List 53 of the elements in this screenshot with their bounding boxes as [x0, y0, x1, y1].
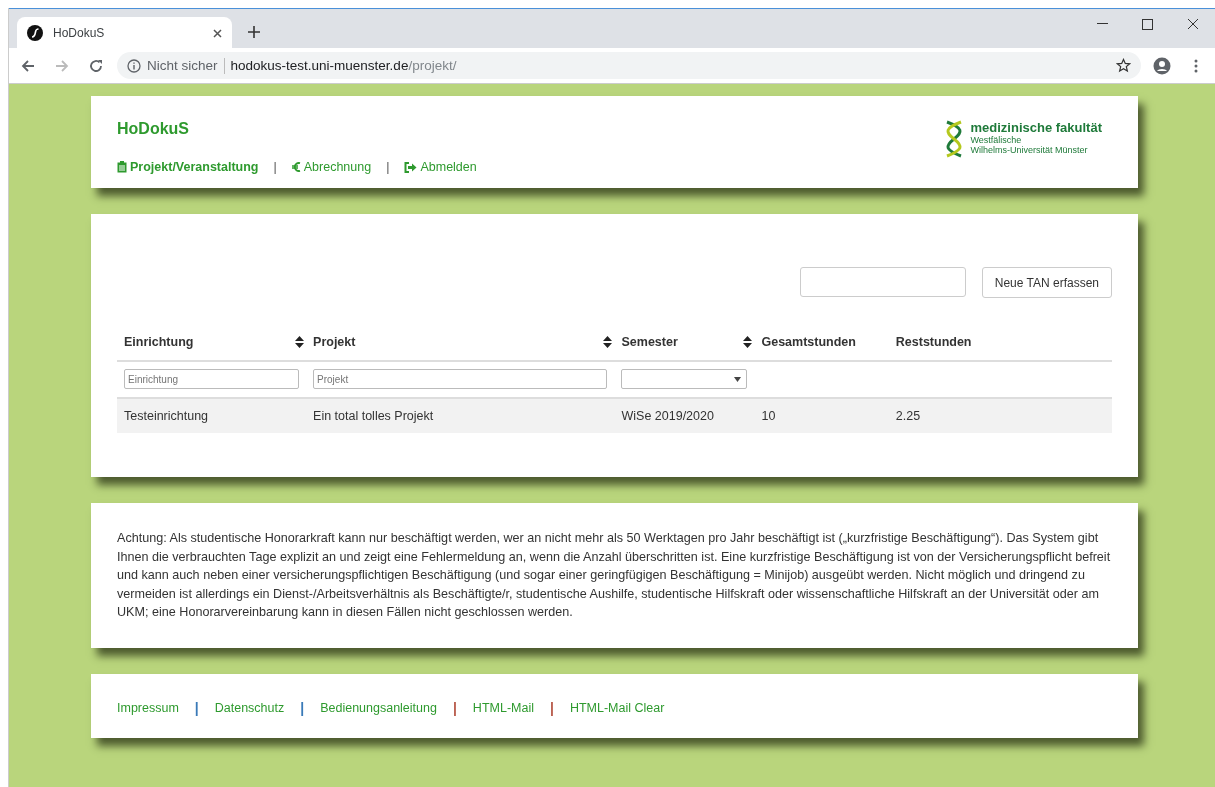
site-logo-icon [27, 24, 43, 41]
table-cell: Testeinrichtung [117, 398, 307, 433]
maximize-icon [1142, 18, 1153, 30]
forward-arrow-icon [55, 58, 69, 73]
sort-icon[interactable] [743, 336, 753, 348]
footer-separator: | [452, 699, 457, 716]
table-cell: 2.25 [888, 398, 1112, 433]
security-label: Nicht sicher [147, 58, 218, 73]
column-header[interactable]: Reststunden [895, 335, 972, 349]
table-cell: Ein total tolles Projekt [306, 398, 615, 433]
bookmark-star-icon[interactable] [1116, 58, 1131, 73]
address-bar[interactable]: Nicht sicher hodokus-test.uni-muenster.de/projekt/ [117, 52, 1141, 79]
euro-icon [291, 161, 301, 173]
footer-separator: | [194, 699, 199, 716]
table-cell: WiSe 2019/2020 [614, 398, 755, 433]
browser-tab[interactable]: HoDokuS [17, 17, 232, 48]
logo-title: medizinische fakultät [970, 120, 1102, 135]
column-header[interactable]: Semester [621, 335, 678, 349]
sort-icon[interactable] [603, 336, 613, 348]
close-icon [1186, 18, 1199, 30]
logo-subtitle: Wilhelms-Universität Münster [970, 145, 1089, 155]
nav-link[interactable]: Projekt/Veranstaltung [117, 160, 259, 174]
info-icon [127, 58, 141, 73]
column-header[interactable]: Einrichtung [124, 335, 194, 349]
app-title: HoDokuS [117, 120, 190, 138]
footer-link[interactable]: HTML-Mail Clear [569, 700, 665, 715]
sort-icon[interactable] [295, 336, 305, 348]
footer-separator: | [549, 699, 554, 716]
column-header[interactable]: Gesamtstunden [761, 335, 856, 349]
nav-separator: | [273, 160, 277, 174]
nav-link[interactable]: Abmelden [404, 160, 477, 174]
filter-input-field[interactable]: Einrichtung [124, 369, 300, 389]
footer-separator: | [300, 699, 305, 716]
back-arrow-icon [21, 58, 35, 73]
sign-out-icon [404, 161, 418, 173]
footer-link[interactable]: Impressum [117, 700, 179, 715]
logo-subtitle: Westfälische [970, 135, 1023, 145]
notice-text: Achtung: Als studentische Honorarkraft kann nur beschäftigt werden, wer an nicht mehr als 50 Werktagen pro Jahr beschäftigt ist („kurzfristige Beschäftigung“). Das System gibt Ihnen die verbrauchten Tage explizit an und zeigt eine Fehlermeldung an, wenn die Anzahl überschritten ist. Eine kurzfristige Beschäftigung ist von der Versicherungspflicht befreit und kann auch neben einer versicherungspflichtigen Beschäftigung (und sogar einer geringfügigen Beschäftigung = Minijob) ausgeübt werden. Nicht möglich und dringend zu vermeiden ist allerdings ein Dienst-/Arbeitsverhältnis als Beschäftigte/r, studentische Aushilfe, studentische Hilfskraft oder wissenschaftliche Hilfskraft an der Universität oder am UKM; eine Honorarvereinbarung kann in diesen Fällen nicht geschlossen werden. [117, 530, 1112, 621]
caret-icon [734, 376, 742, 382]
nav-link[interactable]: Abrechnung [291, 160, 372, 174]
filter-input-field[interactable]: Projekt [313, 369, 608, 389]
clipboard-icon [117, 161, 127, 173]
tan-input-field[interactable] [799, 267, 966, 297]
nav-separator: | [386, 160, 390, 174]
footer-link[interactable]: Bedienungsanleitung [320, 700, 437, 715]
column-header[interactable]: Projekt [313, 335, 356, 349]
url-text: hodokus-test.uni-muenster.de/projekt/ [230, 58, 457, 73]
footer-link[interactable]: HTML-Mail [472, 700, 534, 715]
minimize-icon [1097, 23, 1108, 25]
footer-link[interactable]: Datenschutz [214, 700, 285, 715]
new-tan-button[interactable]: Neue TAN erfassen [981, 267, 1112, 298]
table-cell: 10 [754, 398, 889, 433]
reload-icon [89, 58, 103, 73]
